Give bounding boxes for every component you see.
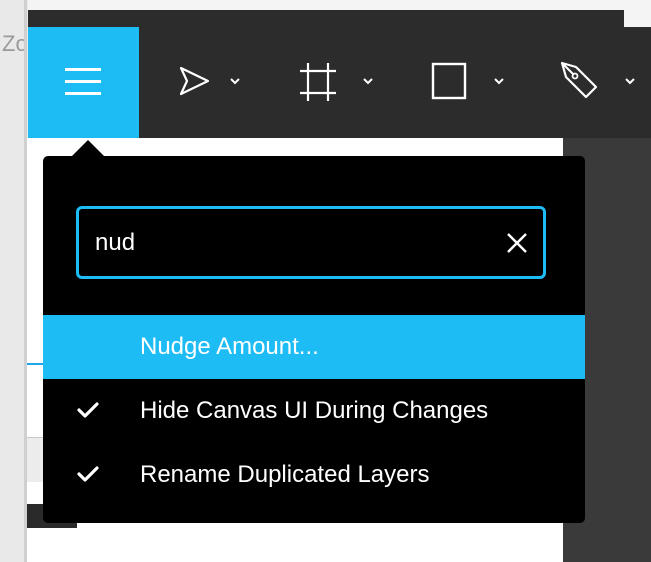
- pen-icon: [560, 61, 635, 99]
- main-menu-button[interactable]: [28, 27, 139, 138]
- app-window: Zo nud Nudge Amount... Hide Canvas UI Du…: [0, 0, 651, 562]
- toolbar: [28, 27, 651, 138]
- menu-item-label: Rename Duplicated Layers: [140, 461, 430, 488]
- chevron-down-icon: [625, 78, 635, 85]
- chevron-down-icon: [230, 78, 240, 85]
- hamburger-icon: [65, 68, 101, 95]
- menu-item-nudge-amount[interactable]: Nudge Amount...: [43, 315, 585, 379]
- checkmark-icon: [77, 466, 99, 482]
- menu-item-hide-canvas-ui[interactable]: Hide Canvas UI During Changes: [43, 379, 585, 443]
- rectangle-icon: [431, 62, 504, 100]
- close-icon: [507, 233, 527, 253]
- chevron-down-icon: [494, 78, 504, 85]
- move-tool-button[interactable]: [178, 57, 248, 107]
- menu-search-input[interactable]: [95, 209, 495, 276]
- pointer-arrow-icon: [179, 66, 240, 96]
- main-menu-popup: Nudge Amount... Hide Canvas UI During Ch…: [43, 156, 585, 523]
- clear-search-button[interactable]: [505, 231, 529, 255]
- frame-tool-button[interactable]: [300, 57, 382, 107]
- menu-search-box: [76, 206, 546, 279]
- menu-item-label: Nudge Amount...: [140, 333, 319, 360]
- frame-icon: [300, 63, 373, 101]
- title-bar-strip: [28, 10, 624, 27]
- popup-caret: [72, 140, 104, 156]
- pen-tool-button[interactable]: [556, 57, 646, 107]
- rectangle-tool-button[interactable]: [430, 57, 510, 107]
- chevron-down-icon: [363, 78, 373, 85]
- menu-item-rename-duplicated-layers[interactable]: Rename Duplicated Layers: [43, 443, 585, 507]
- menu-item-label: Hide Canvas UI During Changes: [140, 397, 489, 424]
- checkmark-icon: [77, 402, 99, 418]
